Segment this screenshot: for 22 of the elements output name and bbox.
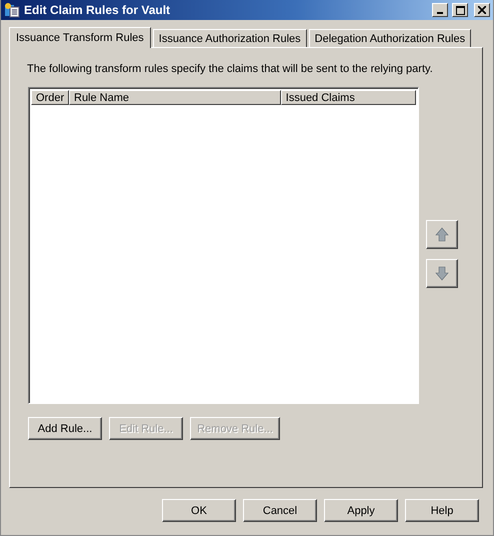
column-header[interactable]: Rule Name — [69, 90, 281, 105]
close-icon — [478, 6, 486, 14]
cancel-button[interactable]: Cancel — [243, 499, 317, 522]
tab[interactable]: Delegation Authorization Rules — [308, 29, 472, 47]
help-button[interactable]: Help — [405, 499, 479, 522]
up-arrow-icon — [435, 227, 449, 242]
tab[interactable]: Issuance Authorization Rules — [152, 29, 307, 47]
column-header[interactable]: Issued Claims — [280, 90, 416, 105]
ok-button[interactable]: OK — [162, 499, 236, 522]
app-icon — [4, 2, 20, 18]
down-arrow-icon — [435, 266, 449, 281]
column-header[interactable]: Order — [31, 90, 69, 105]
minimize-button[interactable] — [432, 3, 448, 17]
tab[interactable]: Issuance Transform Rules — [9, 27, 151, 48]
close-button[interactable] — [474, 3, 490, 17]
apply-button[interactable]: Apply — [324, 499, 398, 522]
window-title: Edit Claim Rules for Vault — [24, 3, 172, 17]
maximize-icon — [456, 6, 464, 14]
rules-list[interactable]: Order Rule Name Issued Claims — [28, 87, 419, 404]
maximize-button[interactable] — [452, 3, 468, 17]
description-text: The following transform rules specify the claims that will be sent to the relying party. — [27, 63, 434, 75]
add-rule-button[interactable]: Add Rule... — [28, 417, 102, 440]
